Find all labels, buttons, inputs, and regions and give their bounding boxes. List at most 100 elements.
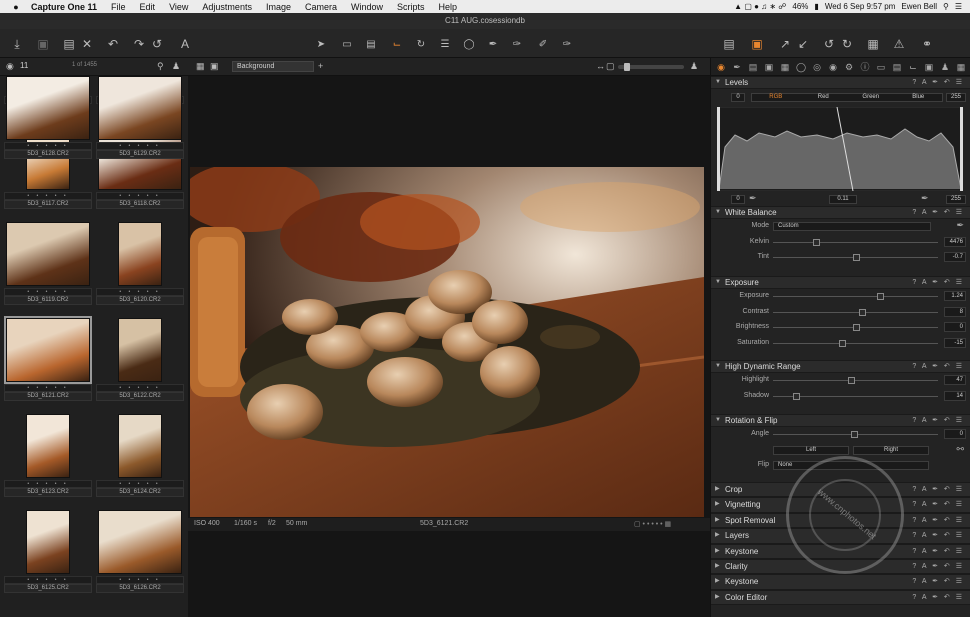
battery-icon[interactable]: ▮ <box>814 2 818 11</box>
collapse-triangle-icon[interactable]: ▼ <box>715 361 721 372</box>
channel-tab-blue[interactable]: Blue <box>895 94 943 101</box>
section-header-icons[interactable]: ? A ✒ ↶ ☰ <box>912 514 964 527</box>
grid-icon[interactable]: ▣ <box>748 35 766 53</box>
eye-icon[interactable]: ◉ <box>6 61 14 72</box>
thumbnail-rating[interactable]: • • • • • <box>96 480 184 488</box>
section-header-icons[interactable]: ? A ✒ ↶ ☰ <box>912 529 964 542</box>
exposure-warning-icon[interactable]: ⚠ <box>890 35 908 53</box>
menu-help[interactable]: Help <box>432 2 465 12</box>
user-filter-icon[interactable]: ♟ <box>172 61 180 72</box>
export-icon[interactable]: ▤ <box>60 35 78 53</box>
channel-tab-green[interactable]: Green <box>847 94 895 101</box>
exposure-header[interactable]: ▼ Exposure ? A ✒ ↶ ☰ <box>711 276 970 289</box>
zoom-slider[interactable] <box>618 63 684 71</box>
hdr-slider-value[interactable]: 47 <box>944 375 966 385</box>
tab-local-icon[interactable]: ◎ <box>811 61 823 73</box>
rotation-header[interactable]: ▼ Rotation & Flip ? A ✒ ↶ ☰ <box>711 414 970 427</box>
thumbnail-image[interactable] <box>98 76 182 140</box>
thumbnail-image[interactable] <box>4 316 92 384</box>
levels-header[interactable]: ▼ Levels ? A ✒ ↶ ☰ <box>711 76 970 89</box>
tab-people-icon[interactable]: ♟ <box>939 61 951 73</box>
main-photo[interactable] <box>190 167 704 517</box>
thumbnail-rating[interactable]: • • • • • <box>4 192 92 200</box>
channel-tab-rgb[interactable]: RGB <box>752 94 800 101</box>
thumbnail[interactable]: • • • • • 5D3_6119.CR2 <box>4 222 92 305</box>
menubar-clock[interactable]: Wed 6 Sep 9:57 pm <box>825 2 896 11</box>
exposure-slider-value[interactable]: -15 <box>944 337 966 348</box>
black-picker-icon[interactable]: ✒ <box>749 193 757 204</box>
thumbnail[interactable]: • • • • • 5D3_6122.CR2 <box>96 318 184 401</box>
straighten-icon[interactable]: ⚯ <box>956 444 964 455</box>
thumbnail-rating[interactable]: • • • • • <box>4 480 92 488</box>
menu-view[interactable]: View <box>162 2 195 12</box>
expand-triangle-icon[interactable]: ▶ <box>715 514 720 527</box>
thumbnail-rating[interactable]: • • • • • <box>96 288 184 296</box>
tab-library-icon[interactable]: ✒ <box>731 61 743 73</box>
section-header-icons[interactable]: ? A ✒ ↶ ☰ <box>912 361 964 372</box>
menu-file[interactable]: File <box>104 2 133 12</box>
section-header-icons[interactable]: ? A ✒ ↶ ☰ <box>912 575 964 588</box>
exposure-slider-value[interactable]: 1.24 <box>944 291 966 301</box>
collapse-triangle-icon[interactable]: ▼ <box>715 207 721 218</box>
thumbnail[interactable]: • • • • • 5D3_6125.CR2 <box>4 510 92 593</box>
tab-folder-icon[interactable]: ▭ <box>875 61 887 73</box>
spotlight-icon[interactable]: ⚲ <box>943 2 949 11</box>
expand-triangle-icon[interactable]: ▶ <box>715 498 720 511</box>
import-icon[interactable]: ⤓ <box>8 35 26 53</box>
collapse-triangle-icon[interactable]: ▼ <box>715 415 721 426</box>
thumbnail-image[interactable] <box>118 222 162 286</box>
thumbnail[interactable]: • • • • • 5D3_6126.CR2 <box>96 510 184 593</box>
exposure-slider-value[interactable]: 0 <box>944 322 966 332</box>
thumbnail-rating[interactable]: • • • • • <box>4 576 92 584</box>
menu-image[interactable]: Image <box>259 2 298 12</box>
wb-kelvin-knob[interactable] <box>813 238 820 246</box>
cursor-tool-icon[interactable]: ➤ <box>312 35 330 53</box>
overlay-icon[interactable]: ▣ <box>210 61 219 72</box>
add-icon[interactable]: + <box>318 61 323 71</box>
menu-scripts[interactable]: Scripts <box>390 2 432 12</box>
collapse-triangle-icon[interactable]: ▼ <box>715 277 721 288</box>
exposure-slider-knob[interactable] <box>839 339 847 347</box>
levels-histogram[interactable] <box>717 107 963 191</box>
channel-tab-red[interactable]: Red <box>800 94 848 101</box>
hdr-slider-knob[interactable] <box>793 392 801 400</box>
redo-icon[interactable]: ↷ <box>130 35 148 53</box>
thumbnail-image[interactable] <box>118 414 162 478</box>
thumbnail-rating[interactable]: • • • • • <box>96 142 184 150</box>
draw-mask-icon[interactable]: ✐ <box>534 35 552 53</box>
hdr-header[interactable]: ▼ High Dynamic Range ? A ✒ ↶ ☰ <box>711 360 970 373</box>
thumbnail-image[interactable] <box>98 510 182 574</box>
exposure-slider-value[interactable]: 8 <box>944 306 966 317</box>
wb-kelvin-track[interactable] <box>773 241 938 243</box>
spot-tool-icon[interactable]: ◯ <box>460 35 478 53</box>
wb-kelvin-value[interactable]: 4476 <box>944 236 966 247</box>
section-header-icons[interactable]: ? A ✒ ↶ ☰ <box>912 545 964 558</box>
search-icon[interactable]: ⚲ <box>157 61 164 72</box>
tab-color-icon[interactable]: ▦ <box>779 61 791 73</box>
apply-adjustments-icon[interactable]: ↙ <box>794 35 812 53</box>
wb-picker-icon[interactable]: ✒ <box>956 220 964 231</box>
delete-icon[interactable]: ✕ <box>78 35 96 53</box>
section-header-icons[interactable]: ? A ✒ ↶ ☰ <box>912 560 964 573</box>
brush-tool-icon[interactable]: ✑ <box>508 35 526 53</box>
tab-crop-icon[interactable]: ⌙ <box>907 61 919 73</box>
rotate-tool-icon[interactable]: ↻ <box>412 35 430 53</box>
menu-window[interactable]: Window <box>344 2 390 12</box>
thumbnail-rating[interactable]: • • • • • <box>4 288 92 296</box>
rotate-left-button[interactable]: Left <box>773 445 849 455</box>
thumbnail[interactable]: • • • • • 5D3_6129.CR2 <box>96 76 184 159</box>
tab-capture-icon[interactable]: ▤ <box>747 61 759 73</box>
section-header-icons[interactable]: ? A ✒ ↶ ☰ <box>912 498 964 511</box>
reset-icon[interactable]: ↺ <box>148 35 166 53</box>
levels-out-mid[interactable]: 0.11 <box>829 195 857 204</box>
tab-lens-icon[interactable]: ▣ <box>763 61 775 73</box>
expand-triangle-icon[interactable]: ▶ <box>715 575 720 588</box>
tab-details-icon[interactable]: ◯ <box>795 61 807 73</box>
expand-triangle-icon[interactable]: ▶ <box>715 591 720 604</box>
viewer-icon[interactable]: ▤ <box>720 35 738 53</box>
thumbnail[interactable]: • • • • • 5D3_6128.CR2 <box>4 76 92 159</box>
thumbnail-rating[interactable]: • • • • • <box>96 384 184 392</box>
levels-in-min[interactable]: 0 <box>731 93 745 102</box>
wb-tint-knob[interactable] <box>853 254 860 261</box>
expand-triangle-icon[interactable]: ▶ <box>715 483 720 496</box>
